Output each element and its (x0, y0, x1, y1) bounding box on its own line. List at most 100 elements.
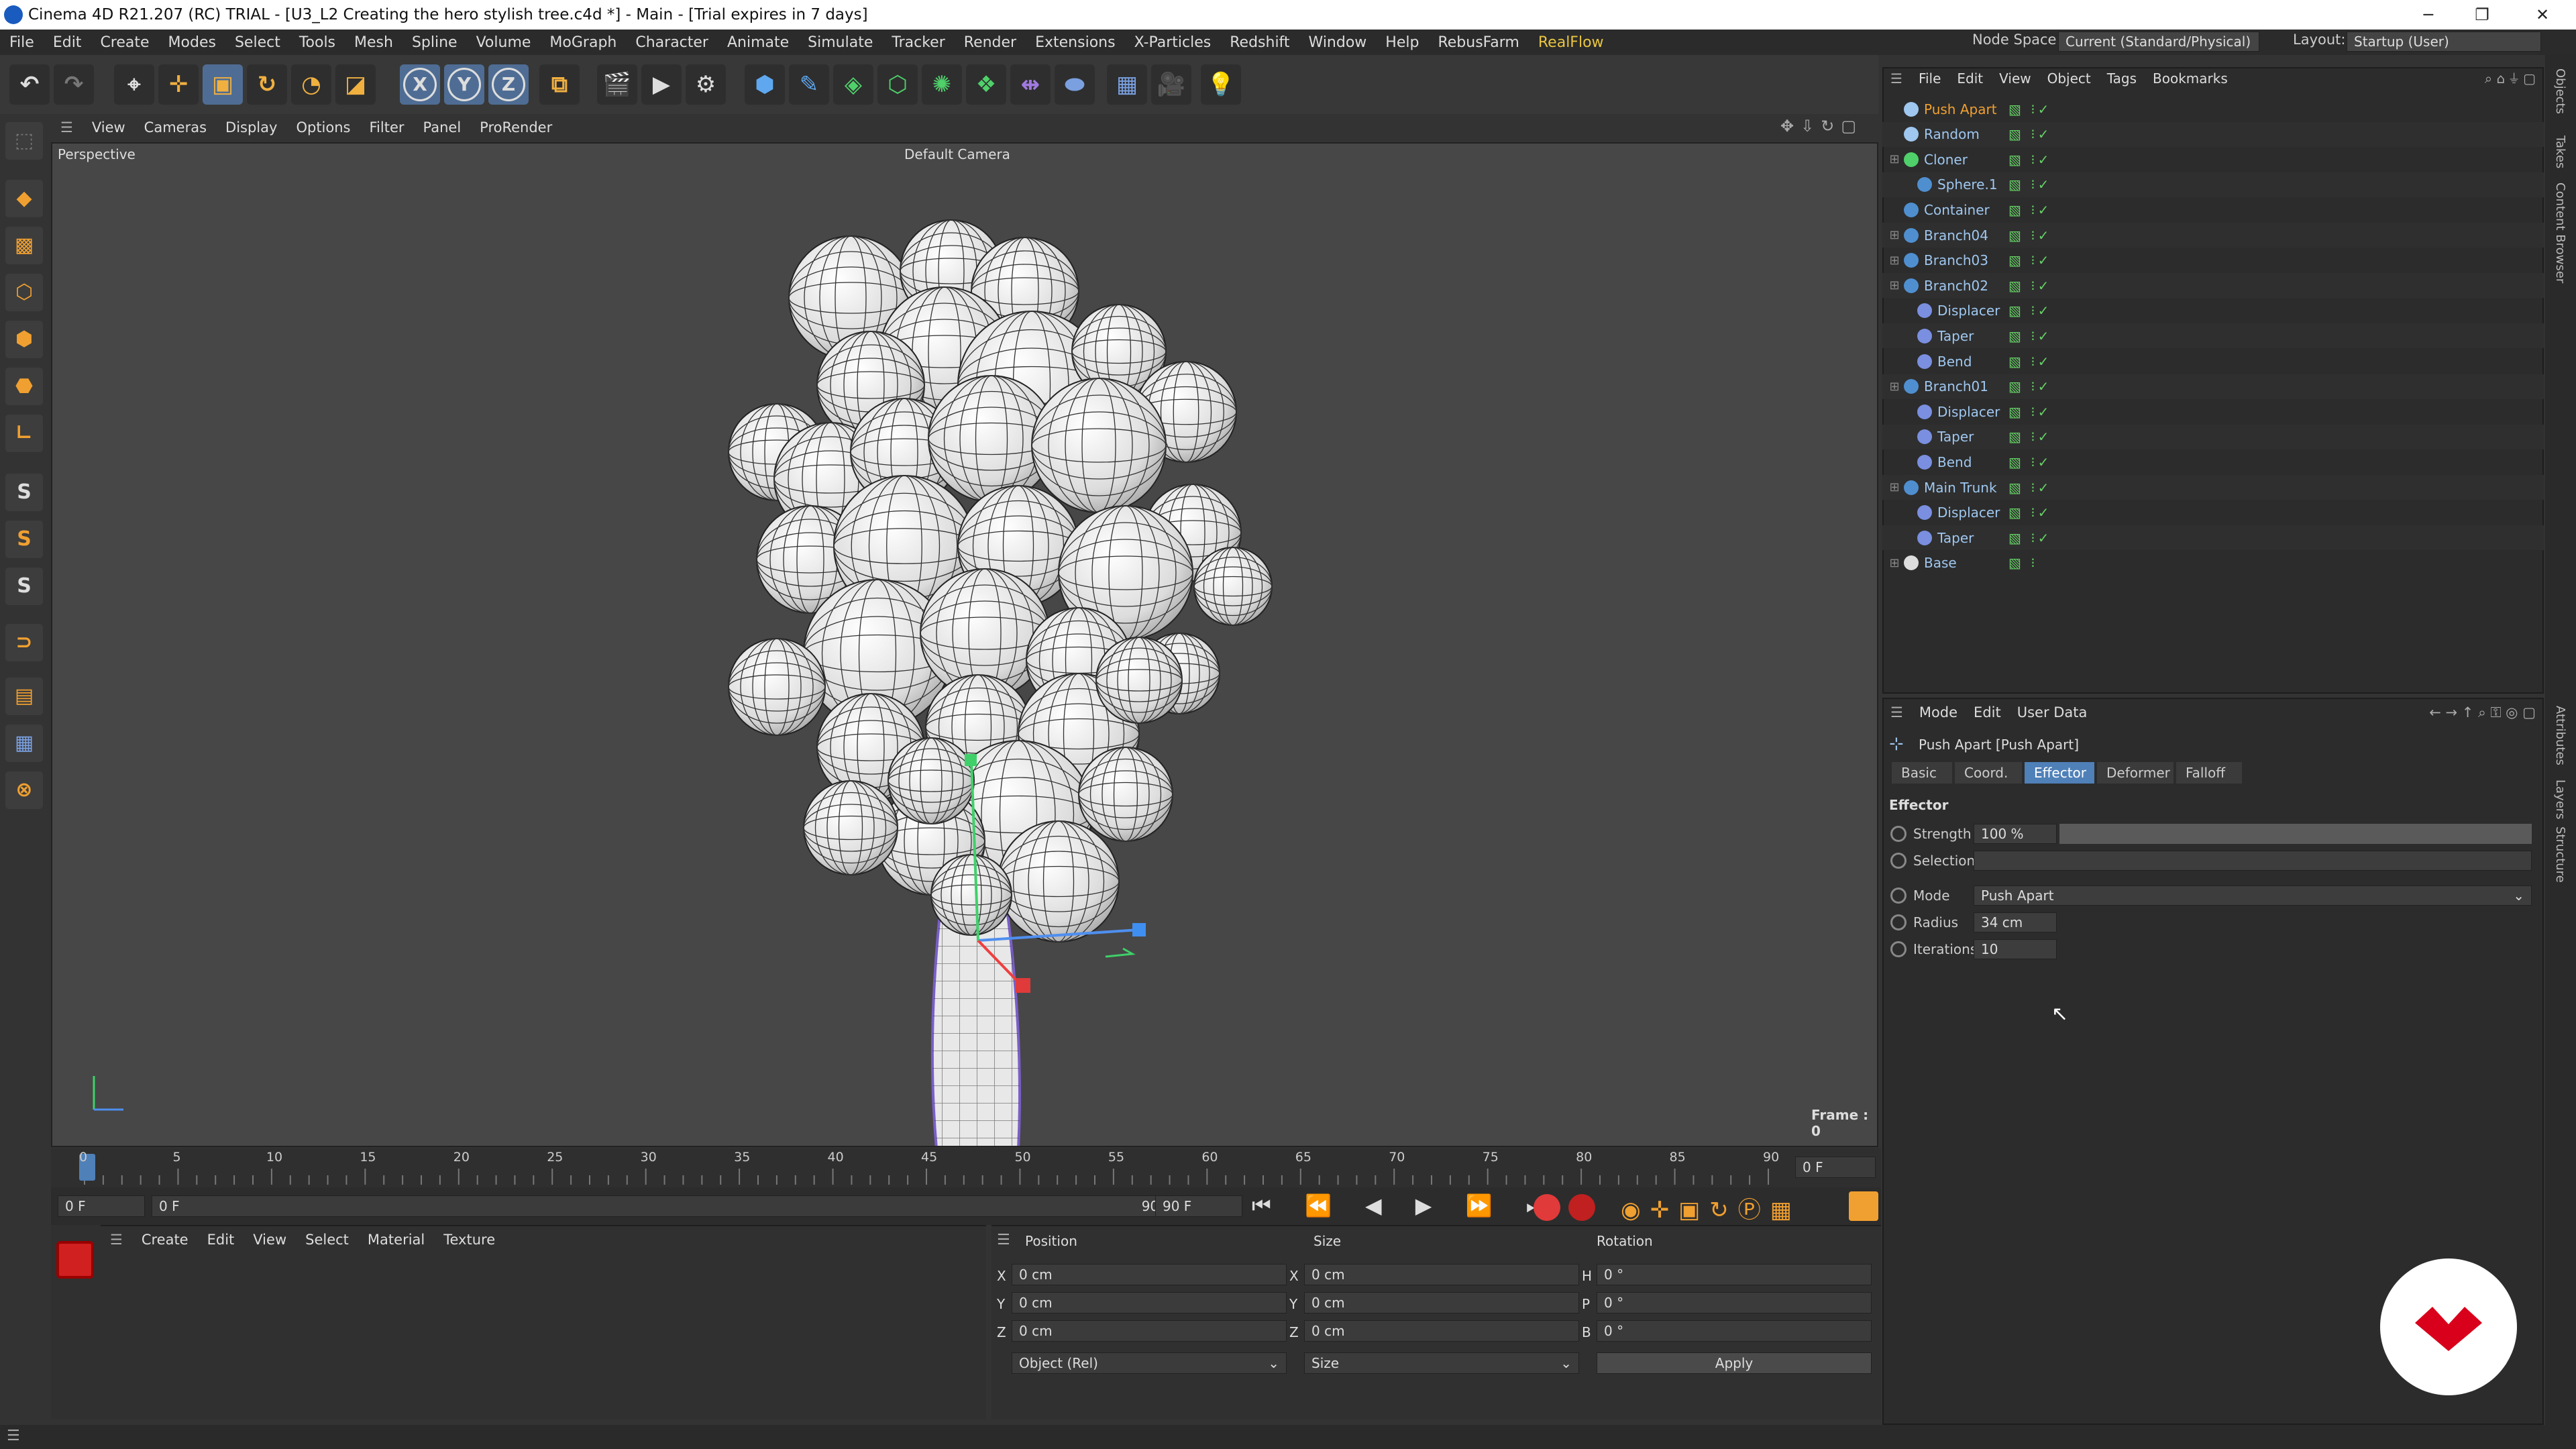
menu-redshift[interactable]: Redshift (1220, 34, 1299, 51)
object-row[interactable]: ⊞ Branch04 ▧ ⁝✓ (1882, 223, 2544, 248)
render-settings-button[interactable]: ⚙ (686, 64, 726, 105)
side-tab-takes[interactable]: Takes (2553, 136, 2567, 168)
solo-off-button[interactable]: S (5, 568, 43, 605)
object-row[interactable]: ⊞ Base ▧ ⁝ (1882, 551, 2544, 576)
x-axis-lock-icon[interactable]: X (400, 64, 440, 105)
menu-character[interactable]: Character (626, 34, 718, 51)
strength-slider[interactable] (2059, 824, 2532, 844)
expand-toggle-icon[interactable]: ⊞ (1886, 254, 1902, 268)
object-row[interactable]: Container ▧ ⁝✓ (1882, 197, 2544, 222)
attr-menu-user-data[interactable]: User Data (2009, 704, 2096, 720)
visibility-check-icon[interactable]: ▧ ⁝✓ (2008, 176, 2051, 193)
menu-realflow[interactable]: RealFlow (1529, 34, 1613, 51)
object-panel-icon[interactable]: ☰ (1882, 70, 1911, 87)
side-tab-content-browser[interactable]: Content Browser (2553, 182, 2567, 283)
keyframe-mode-buttons[interactable]: ◉✛▣↻Ⓟ▦ (1621, 1191, 1801, 1224)
solo-hierarchy-button[interactable]: S (5, 521, 43, 558)
viewport-menu-display[interactable]: Display (216, 119, 286, 136)
recent-tools-button[interactable]: ◔ (291, 64, 331, 105)
viewport-panel-icon[interactable]: ☰ (51, 119, 83, 136)
edges-mode-button[interactable]: ⬢ (5, 321, 43, 358)
z-axis-lock-icon[interactable]: Z (488, 64, 529, 105)
points-mode-button[interactable]: ⬡ (5, 274, 43, 311)
viewport-menu-panel[interactable]: Panel (414, 119, 471, 136)
menu-simulate[interactable]: Simulate (798, 34, 882, 51)
apply-button[interactable]: Apply (1597, 1352, 1872, 1374)
side-tab-layers[interactable]: Layers (2553, 780, 2567, 820)
visibility-check-icon[interactable]: ▧ ⁝✓ (2008, 101, 2051, 117)
visibility-check-icon[interactable]: ▧ ⁝✓ (2008, 278, 2051, 294)
object-row[interactable]: Bend ▧ ⁝✓ (1882, 449, 2544, 474)
menu-edit[interactable]: Edit (44, 34, 91, 51)
size-z-field[interactable]: 0 cm (1304, 1320, 1579, 1342)
object-row[interactable]: Taper ▧ ⁝✓ (1882, 424, 2544, 449)
menu-mesh[interactable]: Mesh (345, 34, 402, 51)
model-mode-button[interactable]: ◆ (5, 180, 43, 217)
locked-workplane-button[interactable]: ▦ (5, 724, 43, 762)
mograph-cloner-button[interactable]: ✺ (922, 64, 962, 105)
visibility-check-icon[interactable]: ▧ ⁝✓ (2008, 378, 2051, 394)
workplane-button[interactable]: ▤ (5, 678, 43, 715)
menu-window[interactable]: Window (1299, 34, 1377, 51)
coord-mode-dropdown[interactable]: Object (Rel) ⌄ (1012, 1352, 1287, 1374)
size-mode-dropdown[interactable]: Size ⌄ (1304, 1352, 1579, 1374)
render-view-button[interactable]: 🎬 (597, 64, 637, 105)
menu-create[interactable]: Create (91, 34, 158, 51)
polygons-mode-button[interactable]: ⬣ (5, 368, 43, 405)
visibility-check-icon[interactable]: ▧ ⁝ (2008, 555, 2038, 571)
object-name[interactable]: Random (1924, 126, 2018, 142)
y-axis-lock-icon[interactable]: Y (444, 64, 484, 105)
viewport-navigation-icons[interactable]: ✥⇩↻▢ (1780, 117, 1863, 136)
light-button[interactable]: 💡 (1201, 64, 1241, 105)
object-name[interactable]: Branch02 (1924, 278, 2018, 294)
object-name[interactable]: Cloner (1924, 152, 2018, 168)
object-row[interactable]: ⊞ Branch01 ▧ ⁝✓ (1882, 374, 2544, 399)
mode-dropdown[interactable]: Push Apart ⌄ (1974, 885, 2532, 906)
visibility-check-icon[interactable]: ▧ ⁝✓ (2008, 480, 2051, 496)
side-tab-structure[interactable]: Structure (2553, 826, 2567, 883)
menu-animate[interactable]: Animate (718, 34, 798, 51)
side-tab-attributes[interactable]: Attributes (2553, 706, 2567, 765)
attr-menu-edit[interactable]: Edit (1966, 704, 2009, 720)
object-menu-file[interactable]: File (1911, 70, 1949, 87)
record-button[interactable] (56, 1241, 94, 1279)
object-row[interactable]: Taper ▧ ⁝✓ (1882, 525, 2544, 551)
menu-tools[interactable]: Tools (290, 34, 345, 51)
object-row[interactable]: Push Apart ▧ ⁝✓ (1882, 97, 2544, 121)
visibility-check-icon[interactable]: ▧ ⁝✓ (2008, 504, 2051, 521)
visibility-check-icon[interactable]: ▧ ⁝✓ (2008, 252, 2051, 268)
visibility-check-icon[interactable]: ▧ ⁝✓ (2008, 429, 2051, 445)
object-row[interactable]: ⊞ Main Trunk ▧ ⁝✓ (1882, 475, 2544, 500)
camera-button[interactable]: 🎥 (1151, 64, 1191, 105)
menu-volume[interactable]: Volume (467, 34, 541, 51)
menu-rebusfarm[interactable]: RebusFarm (1428, 34, 1528, 51)
timeline-layout-button[interactable] (1849, 1191, 1878, 1221)
material-menu-edit[interactable]: Edit (198, 1232, 244, 1248)
scale-tool-button[interactable]: ▣ (203, 64, 243, 105)
visibility-check-icon[interactable]: ▧ ⁝✓ (2008, 404, 2051, 420)
object-row[interactable]: Displacer ▧ ⁝✓ (1882, 500, 2544, 525)
object-row[interactable]: Bend ▧ ⁝✓ (1882, 349, 2544, 374)
rotation-h-field[interactable]: 0 ° (1597, 1264, 1872, 1285)
menu-extensions[interactable]: Extensions (1026, 34, 1124, 51)
make-editable-button[interactable]: ⬚ (5, 122, 43, 160)
material-menu-create[interactable]: Create (132, 1232, 198, 1248)
menu-tracker[interactable]: Tracker (882, 34, 954, 51)
strength-field[interactable]: 100 % (1974, 824, 2057, 844)
tab-deformer[interactable]: Deformer (2097, 762, 2174, 784)
coordinate-system-button[interactable]: ⧉ (539, 64, 580, 105)
floor-environment-button[interactable]: ▦ (1107, 64, 1147, 105)
menu-mograph[interactable]: MoGraph (540, 34, 626, 51)
visibility-check-icon[interactable]: ▧ ⁝✓ (2008, 303, 2051, 319)
expand-toggle-icon[interactable]: ⊞ (1886, 152, 1902, 166)
visibility-check-icon[interactable]: ▧ ⁝✓ (2008, 328, 2051, 344)
iterations-field[interactable]: 10 (1974, 939, 2057, 959)
object-row[interactable]: ⊞ Cloner ▧ ⁝✓ (1882, 147, 2544, 172)
expand-toggle-icon[interactable]: ⊞ (1886, 278, 1902, 292)
visibility-check-icon[interactable]: ▧ ⁝✓ (2008, 530, 2051, 546)
record-keyframe-button[interactable] (1534, 1194, 1560, 1221)
viewport-menu-filter[interactable]: Filter (360, 119, 413, 136)
field-button[interactable]: ⬬ (1055, 64, 1095, 105)
menu-modes[interactable]: Modes (159, 34, 225, 51)
tab-coord[interactable]: Coord. (1955, 762, 2022, 784)
